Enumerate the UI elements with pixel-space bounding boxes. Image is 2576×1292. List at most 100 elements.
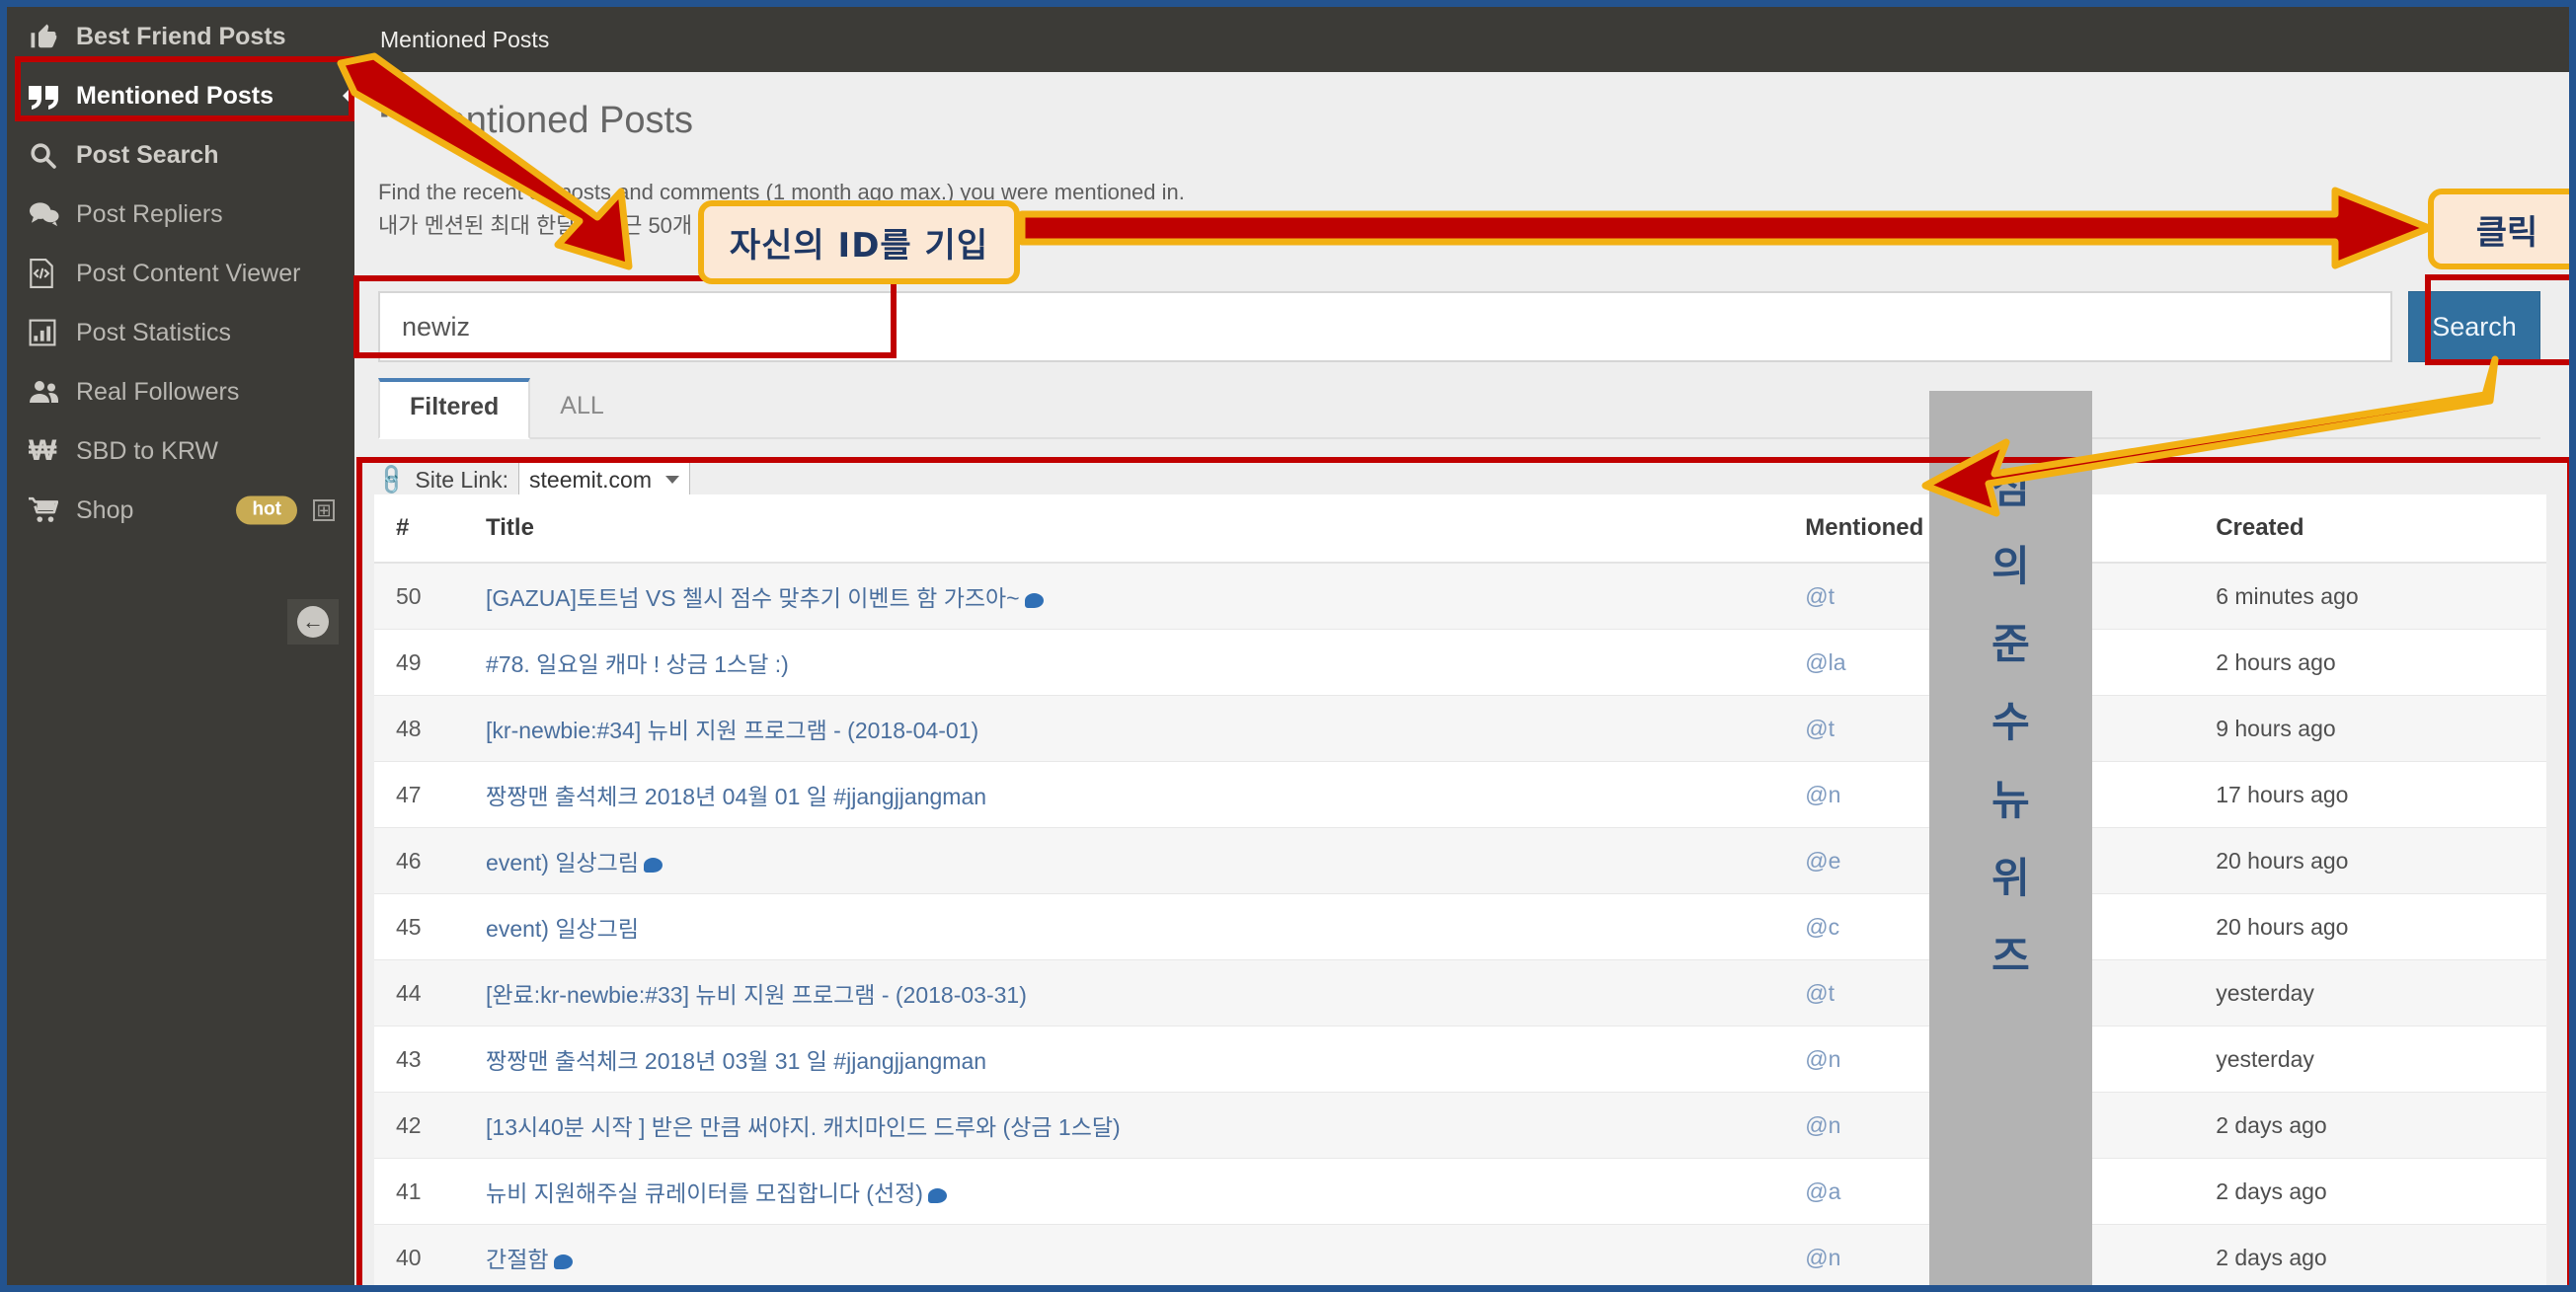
column-header-created[interactable]: Created: [2194, 494, 2546, 564]
redaction-char: 위: [1991, 855, 2030, 901]
quote-icon: “: [378, 96, 400, 145]
sidebar-item-sbd-to-krw[interactable]: ₩ SBD to KRW: [7, 421, 354, 481]
table-row[interactable]: 47 짱짱맨 출석체크 2018년 04월 01 일 #jjangjjangman…: [374, 761, 2546, 828]
sidebar: Best Friend Posts Mentioned Posts Post S…: [7, 7, 355, 1285]
mentioned-by-link[interactable]: @c: [1805, 914, 1839, 940]
thumbs-up-icon: [29, 22, 76, 51]
cell-created: yesterday: [2194, 959, 2546, 1026]
sidebar-item-shop[interactable]: Shop hot ⊞: [7, 481, 354, 540]
table-row[interactable]: 43 짱짱맨 출석체크 2018년 03월 31 일 #jjangjjangman…: [374, 1026, 2546, 1093]
comment-bubble-icon: [644, 858, 663, 873]
cell-created: 20 hours ago: [2194, 893, 2546, 960]
cell-title: event) 일상그림: [464, 893, 1784, 960]
cell-title: event) 일상그림: [464, 827, 1784, 894]
table-row[interactable]: 45 event) 일상그림 @c 20 hours ago: [374, 893, 2546, 960]
shopping-cart-icon: [29, 496, 76, 524]
sidebar-item-mentioned-posts[interactable]: Mentioned Posts: [7, 66, 355, 125]
cell-num: 40: [374, 1224, 465, 1285]
column-header-num[interactable]: #: [374, 494, 465, 564]
cell-created: 6 minutes ago: [2194, 563, 2546, 630]
sidebar-item-real-followers[interactable]: Real Followers: [7, 362, 354, 421]
post-title-link[interactable]: 뉴비 지원해주실 큐레이터를 모집합니다 (선정): [486, 1180, 923, 1206]
cell-num: 44: [374, 959, 465, 1026]
code-document-icon: [29, 259, 76, 288]
mentioned-by-link[interactable]: @n: [1805, 782, 1840, 807]
mentioned-by-link[interactable]: @e: [1805, 848, 1840, 874]
post-title-link[interactable]: event) 일상그림: [486, 850, 639, 875]
table-row[interactable]: 42 [13시40분 시작 ] 받은 만큼 써야지. 캐치마인드 드루와 (상금 …: [374, 1092, 2546, 1159]
cell-num: 41: [374, 1158, 465, 1225]
cell-title: 짱짱맨 출석체크 2018년 04월 01 일 #jjangjjangman: [464, 761, 1784, 828]
expand-plus-icon[interactable]: ⊞: [313, 499, 335, 521]
site-link-label: Site Link:: [415, 466, 509, 493]
sidebar-item-post-statistics[interactable]: Post Statistics: [7, 303, 354, 362]
annotation-callout-click: 클릭: [2428, 189, 2569, 269]
mentioned-by-link[interactable]: @t: [1805, 980, 1834, 1006]
cell-num: 45: [374, 893, 465, 960]
post-title-link[interactable]: [완료:kr-newbie:#33] 뉴비 지원 프로그램 - (2018-03…: [486, 982, 1027, 1008]
sidebar-item-label: Post Search: [76, 140, 219, 169]
post-title-link[interactable]: [kr-newbie:#34] 뉴비 지원 프로그램 - (2018-04-01…: [486, 718, 978, 743]
tab-filtered[interactable]: Filtered: [378, 378, 531, 439]
mentioned-by-link[interactable]: @t: [1805, 583, 1834, 609]
table-row[interactable]: 44 [완료:kr-newbie:#33] 뉴비 지원 프로그램 - (2018-…: [374, 959, 2546, 1026]
cell-num: 43: [374, 1026, 465, 1093]
table-row[interactable]: 40 간절함 @n 2 days ago: [374, 1224, 2546, 1285]
sidebar-item-label: Shop: [76, 495, 134, 524]
sidebar-item-post-repliers[interactable]: Post Repliers: [7, 185, 354, 244]
cell-created: 2 days ago: [2194, 1224, 2546, 1285]
post-title-link[interactable]: 짱짱맨 출석체크 2018년 03월 31 일 #jjangjjangman: [486, 1048, 986, 1074]
cell-created: 20 hours ago: [2194, 827, 2546, 894]
table-row[interactable]: 49 #78. 일요일 캐마 ! 상금 1스달 :) @la 2 hours ago: [374, 629, 2546, 696]
sidebar-item-label: Post Content Viewer: [76, 259, 301, 287]
post-title-link[interactable]: #78. 일요일 캐마 ! 상금 1스달 :): [486, 651, 789, 677]
topbar: Mentioned Posts: [354, 7, 2569, 72]
sidebar-item-label: Mentioned Posts: [76, 81, 274, 110]
table-row[interactable]: 48 [kr-newbie:#34] 뉴비 지원 프로그램 - (2018-04-…: [374, 695, 2546, 762]
cell-num: 47: [374, 761, 465, 828]
table-row[interactable]: 46 event) 일상그림 @e 20 hours ago: [374, 827, 2546, 894]
column-header-title[interactable]: Title: [464, 494, 1784, 564]
post-title-link[interactable]: 짱짱맨 출석체크 2018년 04월 01 일 #jjangjjangman: [486, 784, 986, 809]
mentioned-by-link[interactable]: @n: [1805, 1245, 1840, 1270]
sidebar-item-label: Post Repliers: [76, 199, 223, 228]
redaction-char: 뉴: [1991, 777, 2030, 823]
table-row[interactable]: 50 [GAZUA]토트넘 VS 첼시 점수 맞추기 이벤트 함 가즈아~ @t 6 …: [374, 563, 2546, 630]
main-content: “ Mentioned Posts Find the recent 50 pos…: [354, 72, 2569, 1285]
topbar-title: Mentioned Posts: [380, 26, 550, 52]
sidebar-item-label: SBD to KRW: [76, 436, 219, 465]
mentioned-by-link[interactable]: @la: [1805, 649, 1845, 675]
cell-num: 50: [374, 563, 465, 630]
cell-title: [GAZUA]토트넘 VS 첼시 점수 맞추기 이벤트 함 가즈아~: [464, 563, 1784, 630]
tab-all[interactable]: ALL: [530, 378, 633, 437]
post-title-link[interactable]: 간절함: [486, 1247, 548, 1272]
mentioned-by-link[interactable]: @t: [1805, 716, 1834, 741]
search-input[interactable]: [378, 291, 2392, 362]
search-row: Search: [378, 291, 2540, 362]
mentioned-by-link[interactable]: @a: [1805, 1178, 1840, 1204]
sidebar-item-post-content-viewer[interactable]: Post Content Viewer: [7, 244, 354, 303]
search-button[interactable]: Search: [2408, 291, 2540, 362]
cell-num: 42: [374, 1092, 465, 1159]
post-title-link[interactable]: [GAZUA]토트넘 VS 첼시 점수 맞추기 이벤트 함 가즈아~: [486, 585, 1020, 611]
status-badge: hot: [236, 495, 297, 525]
mentioned-by-link[interactable]: @n: [1805, 1112, 1840, 1138]
sidebar-item-best-friend-posts[interactable]: Best Friend Posts: [7, 7, 354, 66]
tabs: Filtered ALL: [378, 378, 2540, 439]
mentioned-posts-table-wrap: # Title Mentioned by Created 50 [GAZUA]토트…: [374, 494, 2546, 1285]
post-title-link[interactable]: event) 일상그림: [486, 916, 639, 942]
cell-title: [13시40분 시작 ] 받은 만큼 써야지. 캐치마인드 드루와 (상금 1스…: [464, 1092, 1784, 1159]
chevron-down-icon: [665, 476, 679, 484]
post-title-link[interactable]: [13시40분 시작 ] 받은 만큼 써야지. 캐치마인드 드루와 (상금 1스…: [486, 1114, 1121, 1140]
table-row[interactable]: 41 뉴비 지원해주실 큐레이터를 모집합니다 (선정) @a 2 days ago: [374, 1158, 2546, 1225]
redaction-overlay: 심의준수뉴위즈: [1929, 391, 2092, 1285]
sidebar-collapse-button[interactable]: ←: [287, 599, 339, 645]
mentioned-by-link[interactable]: @n: [1805, 1046, 1840, 1072]
comment-bubble-icon: [927, 1188, 947, 1203]
cell-title: #78. 일요일 캐마 ! 상금 1스달 :): [464, 629, 1784, 696]
search-icon: [29, 141, 76, 170]
sidebar-item-label: Best Friend Posts: [76, 22, 286, 50]
sidebar-item-post-search[interactable]: Post Search: [7, 125, 354, 185]
sidebar-item-label: Post Statistics: [76, 318, 231, 346]
won-currency-icon: ₩: [29, 434, 57, 467]
